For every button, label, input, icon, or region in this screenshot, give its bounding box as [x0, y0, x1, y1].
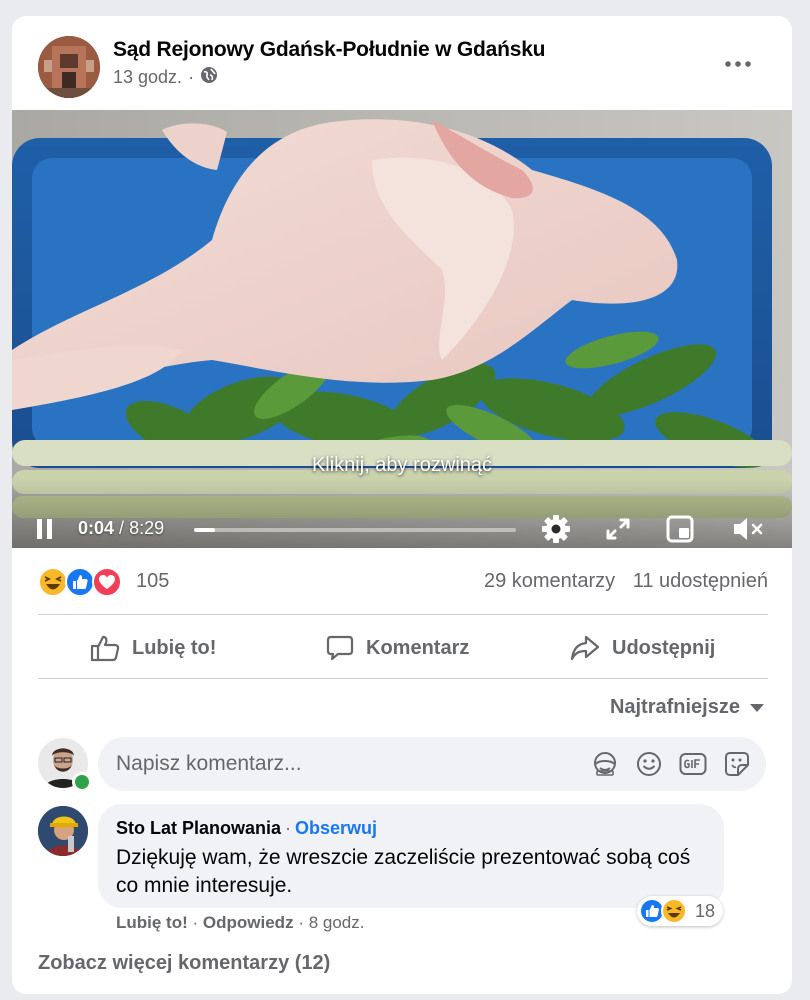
love-reaction-icon [92, 567, 122, 597]
comment-time[interactable]: 8 godz. [309, 913, 365, 932]
like-button[interactable]: Lubię to! [90, 620, 216, 676]
share-button[interactable]: Udostępnij [570, 620, 715, 676]
video-player[interactable]: Kliknij, aby rozwinąć 0:04 / 8:29 [12, 110, 792, 548]
caret-down-icon [750, 703, 764, 712]
post-card: Sąd Rejonowy Gdańsk-Południe w Gdańsku 1… [12, 16, 792, 994]
page-avatar[interactable] [38, 36, 100, 98]
more-options-button[interactable] [718, 52, 758, 76]
commenter-avatar[interactable] [38, 806, 88, 856]
reaction-count[interactable]: 105 [136, 570, 169, 593]
comment-bubble: Sto Lat Planowania · Obserwuj Dziękuję wam… [98, 804, 724, 908]
mini-player-button[interactable] [664, 514, 696, 544]
follow-link[interactable]: Obserwuj [295, 818, 377, 838]
meta-separator: · [188, 67, 195, 87]
comment-text: Dziękuję wam, że wreszcie zaczeliście pr… [116, 846, 691, 897]
settings-gear-icon [542, 515, 570, 543]
comment-reply-link[interactable]: Odpowiedz [203, 913, 294, 932]
share-count[interactable]: 11 udostępnień [633, 570, 768, 592]
comment-input[interactable]: Napisz komentarz... [98, 737, 766, 791]
post-actions: Lubię to! Komentarz Udostępnij [38, 620, 768, 676]
pause-button[interactable] [36, 518, 54, 540]
comment-author-line: Sto Lat Planowania · Obserwuj [116, 818, 377, 839]
progress-bar[interactable] [194, 528, 516, 532]
thumbs-up-icon [90, 635, 120, 662]
more-horizontal-icon [725, 61, 751, 67]
video-caption[interactable]: Kliknij, aby rozwinąć [12, 454, 792, 477]
share-arrow-icon [570, 635, 600, 661]
pause-icon [37, 519, 52, 539]
time-separator: / [119, 518, 125, 538]
divider [38, 678, 768, 679]
comment-input-placeholder: Napisz komentarz... [116, 752, 302, 775]
like-reaction-icon [639, 898, 665, 924]
video-time: 0:04 / 8:29 [78, 518, 164, 539]
post-time[interactable]: 13 godz. [113, 67, 182, 88]
comment-author[interactable]: Sto Lat Planowania [116, 818, 281, 838]
page-name[interactable]: Sąd Rejonowy Gdańsk-Południe w Gdańsku [113, 38, 546, 62]
avatar-sticker-icon[interactable] [590, 750, 620, 778]
gif-icon[interactable] [678, 750, 708, 778]
comment-like-link[interactable]: Lubię to! [116, 913, 188, 932]
like-reaction-icon [65, 567, 95, 597]
online-status-indicator [72, 772, 92, 792]
settings-button[interactable] [540, 514, 572, 544]
current-time: 0:04 [78, 518, 115, 538]
mute-button[interactable] [730, 514, 763, 544]
like-label: Lubię to! [132, 636, 217, 659]
haha-reaction-icon [38, 567, 68, 597]
comment-button[interactable]: Komentarz [326, 620, 469, 676]
fullscreen-icon [606, 518, 630, 540]
comment-actions: Lubię to! · Odpowiedz · 8 godz. [116, 913, 364, 933]
comment-label: Komentarz [366, 636, 470, 659]
emoji-icon[interactable] [634, 750, 664, 778]
comment-input-tools [590, 750, 752, 778]
action-separator: · [298, 913, 304, 932]
see-more-comments-link[interactable]: Zobacz więcej komentarzy (12) [38, 952, 330, 975]
haha-reaction-icon [661, 898, 687, 924]
volume-muted-icon [734, 518, 763, 540]
mini-player-icon [666, 515, 694, 543]
globe-icon [200, 66, 218, 89]
comment-reaction-count: 18 [695, 900, 716, 921]
sticker-icon[interactable] [722, 750, 752, 778]
sort-label: Najtrafniejsze [609, 696, 740, 718]
post-meta: 13 godz. · [113, 66, 218, 89]
reaction-summary: 105 29 komentarzy 11 udostępnień [38, 566, 768, 598]
fullscreen-button[interactable] [602, 514, 634, 544]
progress-fill [194, 528, 215, 532]
comment-reactions[interactable]: 18 [637, 896, 724, 926]
share-label: Udostępnij [612, 636, 716, 659]
comment-count[interactable]: 29 komentarzy [484, 570, 615, 592]
action-separator: · [192, 913, 199, 932]
engagement-counts: 29 komentarzy 11 udostępnień [484, 570, 768, 593]
comment-sort-dropdown[interactable]: Najtrafniejsze [610, 696, 764, 719]
speech-bubble-icon [326, 635, 354, 661]
duration: 8:29 [129, 518, 165, 538]
reaction-icons[interactable] [38, 567, 128, 597]
author-separator: · [285, 818, 292, 838]
divider [38, 614, 768, 615]
